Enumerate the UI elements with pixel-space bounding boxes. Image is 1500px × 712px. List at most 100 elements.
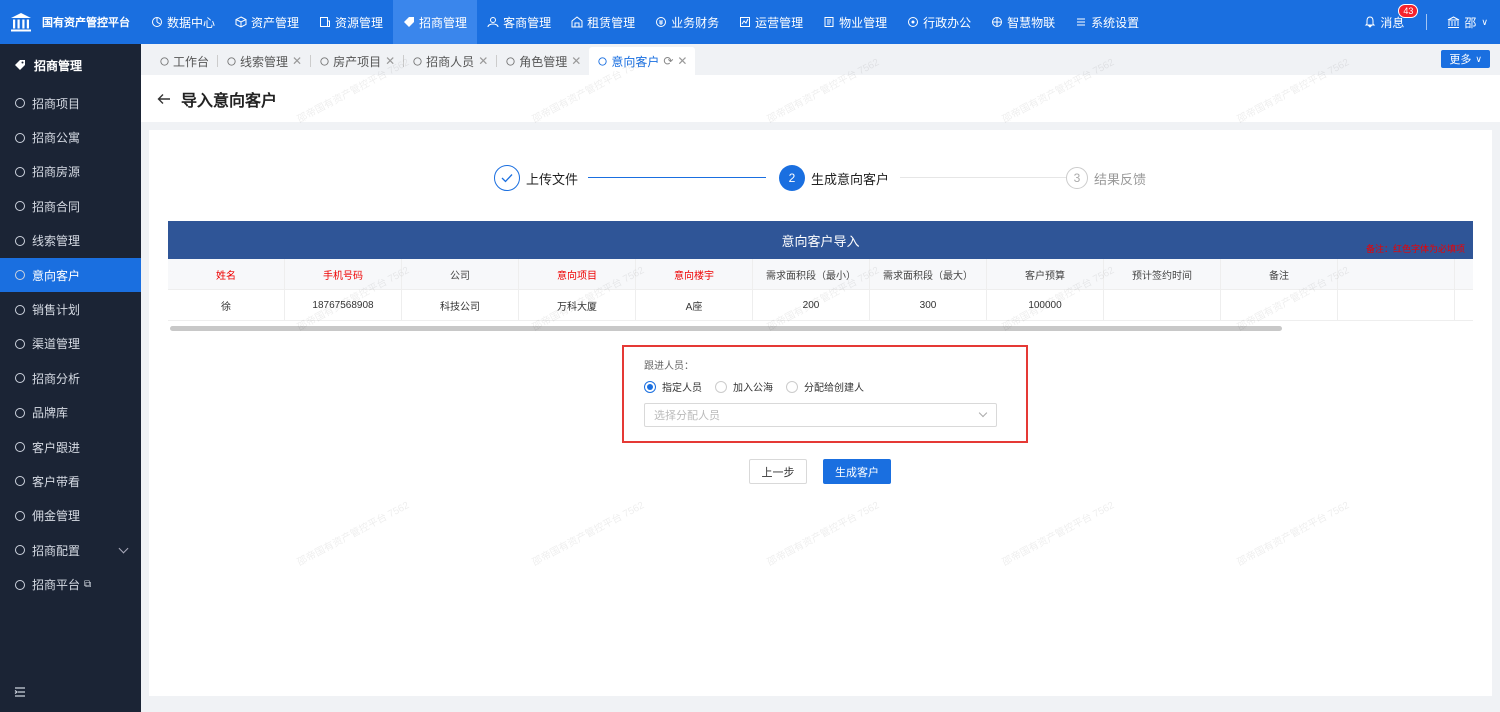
nav-item-4[interactable]: 客商管理 bbox=[477, 0, 561, 44]
external-link-icon: ⧉ bbox=[84, 579, 92, 591]
apartment-icon bbox=[15, 132, 25, 143]
bank-logo-icon bbox=[11, 13, 31, 32]
more-tabs-button[interactable]: 更多 ∨ bbox=[1441, 50, 1490, 68]
sidebar-item-12[interactable]: 佣金管理 bbox=[0, 499, 141, 533]
step-generate: 2 生成意向客户 bbox=[779, 165, 889, 191]
app-title: 国有资产管控平台 bbox=[42, 17, 130, 29]
sidebar-item-11[interactable]: 客户带看 bbox=[0, 464, 141, 498]
brand-icon bbox=[15, 407, 25, 418]
sidebar-item-1[interactable]: 招商公寓 bbox=[0, 120, 141, 154]
assign-option-2[interactable]: 分配给创建人 bbox=[786, 379, 864, 394]
sidebar-item-9[interactable]: 品牌库 bbox=[0, 396, 141, 430]
nav-item-8[interactable]: 物业管理 bbox=[813, 0, 897, 44]
column-header: 客户预算 bbox=[987, 259, 1104, 290]
tab-5[interactable]: 意向客户 ⟳ ✕ bbox=[589, 47, 696, 75]
project-icon bbox=[15, 98, 25, 109]
sidebar-item-4[interactable]: 线索管理 bbox=[0, 224, 141, 258]
nav-item-9[interactable]: 行政办公 bbox=[897, 0, 981, 44]
close-icon[interactable]: ✕ bbox=[571, 54, 581, 68]
platform-icon bbox=[15, 579, 25, 590]
gear-icon bbox=[1077, 18, 1086, 26]
close-icon[interactable]: ✕ bbox=[292, 54, 302, 68]
back-arrow-icon[interactable] bbox=[157, 93, 171, 105]
chevron-down-icon: ∨ bbox=[1475, 53, 1482, 64]
radio-icon bbox=[644, 380, 656, 393]
tab-1[interactable]: 线索管理 ✕ bbox=[218, 47, 310, 75]
page-title: 导入意向客户 bbox=[181, 92, 278, 110]
assign-option-1[interactable]: 加入公海 bbox=[715, 379, 773, 394]
nav-item-10[interactable]: 智慧物联 bbox=[981, 0, 1065, 44]
user-name: 邵 bbox=[1464, 15, 1477, 30]
sidebar-item-6[interactable]: 销售计划 bbox=[0, 292, 141, 326]
column-header: 手机号码 bbox=[285, 259, 402, 290]
assign-option-0[interactable]: 指定人员 bbox=[644, 379, 702, 394]
nav-item-0[interactable]: 数据中心 bbox=[141, 0, 225, 44]
sidebar-item-2[interactable]: 招商房源 bbox=[0, 155, 141, 189]
role-icon bbox=[506, 56, 515, 66]
table-cell: 200 bbox=[753, 290, 870, 321]
nav-item-5[interactable]: 租赁管理 bbox=[561, 0, 645, 44]
close-icon[interactable]: ✕ bbox=[677, 54, 687, 68]
sidebar-item-7[interactable]: 渠道管理 bbox=[0, 327, 141, 361]
follow-up-icon bbox=[15, 442, 25, 453]
check-icon bbox=[494, 165, 520, 191]
prev-step-button[interactable]: 上一步 bbox=[749, 459, 807, 484]
table-cell: 科技公司 bbox=[402, 290, 519, 321]
layers-icon bbox=[320, 56, 329, 66]
table-cell: A座 bbox=[636, 290, 753, 321]
nav-item-11[interactable]: 系统设置 bbox=[1065, 0, 1149, 44]
house-icon bbox=[15, 166, 25, 177]
commission-icon bbox=[15, 510, 25, 521]
dashboard-icon bbox=[152, 17, 162, 27]
nav-item-6[interactable]: 业务财务 bbox=[645, 0, 729, 44]
step-line bbox=[588, 177, 766, 178]
assignee-select[interactable]: 选择分配人员 bbox=[644, 403, 997, 427]
sidebar-title: 招商管理 bbox=[0, 44, 141, 86]
person-icon bbox=[413, 56, 422, 66]
sidebar-item-5[interactable]: 意向客户 bbox=[0, 257, 141, 293]
chart-icon bbox=[740, 17, 751, 27]
bell-icon bbox=[1365, 16, 1376, 28]
refresh-icon[interactable]: ⟳ bbox=[663, 54, 673, 68]
sidebar-item-14[interactable]: 招商平台 ⧉ bbox=[0, 567, 141, 601]
sidebar-item-3[interactable]: 招商合同 bbox=[0, 189, 141, 223]
nav-item-7[interactable]: 运营管理 bbox=[729, 0, 813, 44]
table-title: 意向客户导入 备注：红色字体为必填项 bbox=[168, 221, 1473, 259]
sidebar-item-0[interactable]: 招商项目 bbox=[0, 86, 141, 120]
table-cell: 徐 bbox=[168, 290, 285, 321]
tab-2[interactable]: 房产项目 ✕ bbox=[311, 47, 403, 75]
nav-item-1[interactable]: 资产管理 bbox=[225, 0, 309, 44]
sidebar: 招商管理 招商项目 招商公寓 招商房源 招商合同 线索管理 意向客户 销售计划 渠道管理 招商分… bbox=[0, 44, 141, 712]
close-icon[interactable]: ✕ bbox=[385, 54, 395, 68]
tab-3[interactable]: 招商人员 ✕ bbox=[404, 47, 496, 75]
tab-0[interactable]: 工作台 bbox=[151, 47, 217, 75]
divider bbox=[1426, 14, 1428, 30]
table-cell bbox=[1338, 290, 1455, 321]
horizontal-scrollbar[interactable] bbox=[170, 326, 1282, 331]
radio-icon bbox=[786, 380, 798, 393]
tab-4[interactable]: 角色管理 ✕ bbox=[497, 47, 589, 75]
nav-item-3[interactable]: 招商管理 bbox=[393, 0, 478, 44]
top-nav-bar: 国有资产管控平台 数据中心 资产管理 资源管理 招商管理 客商管理 租赁管理 业务财务 运营管… bbox=[0, 0, 1500, 44]
sidebar-item-8[interactable]: 招商分析 bbox=[0, 361, 141, 395]
user-menu[interactable]: 邵 ∨ bbox=[1447, 14, 1488, 31]
table-note: 备注：红色字体为必填项 bbox=[1365, 244, 1465, 254]
table-cell bbox=[1221, 290, 1338, 321]
sidebar-item-13[interactable]: 招商配置 bbox=[0, 533, 141, 567]
steps: 上传文件 2 生成意向客户 3 结果反馈 bbox=[494, 165, 1159, 191]
messages-button[interactable]: 消息 43 bbox=[1364, 3, 1419, 31]
column-header: 意向楼宇 bbox=[636, 259, 753, 290]
finance-icon bbox=[656, 17, 667, 27]
column-header: 公司 bbox=[402, 259, 519, 290]
analysis-icon bbox=[15, 373, 25, 384]
column-header: 意向项目 bbox=[519, 259, 636, 290]
column-header: 备注 bbox=[1221, 259, 1338, 290]
document-icon bbox=[320, 17, 331, 27]
close-icon[interactable]: ✕ bbox=[478, 54, 488, 68]
collapse-menu-icon[interactable] bbox=[14, 686, 26, 698]
step-line bbox=[900, 177, 1066, 178]
nav-item-2[interactable]: 资源管理 bbox=[309, 0, 393, 44]
brand[interactable]: 国有资产管控平台 bbox=[0, 0, 141, 44]
generate-customers-button[interactable]: 生成客户 bbox=[823, 459, 891, 484]
sidebar-item-10[interactable]: 客户跟进 bbox=[0, 430, 141, 464]
